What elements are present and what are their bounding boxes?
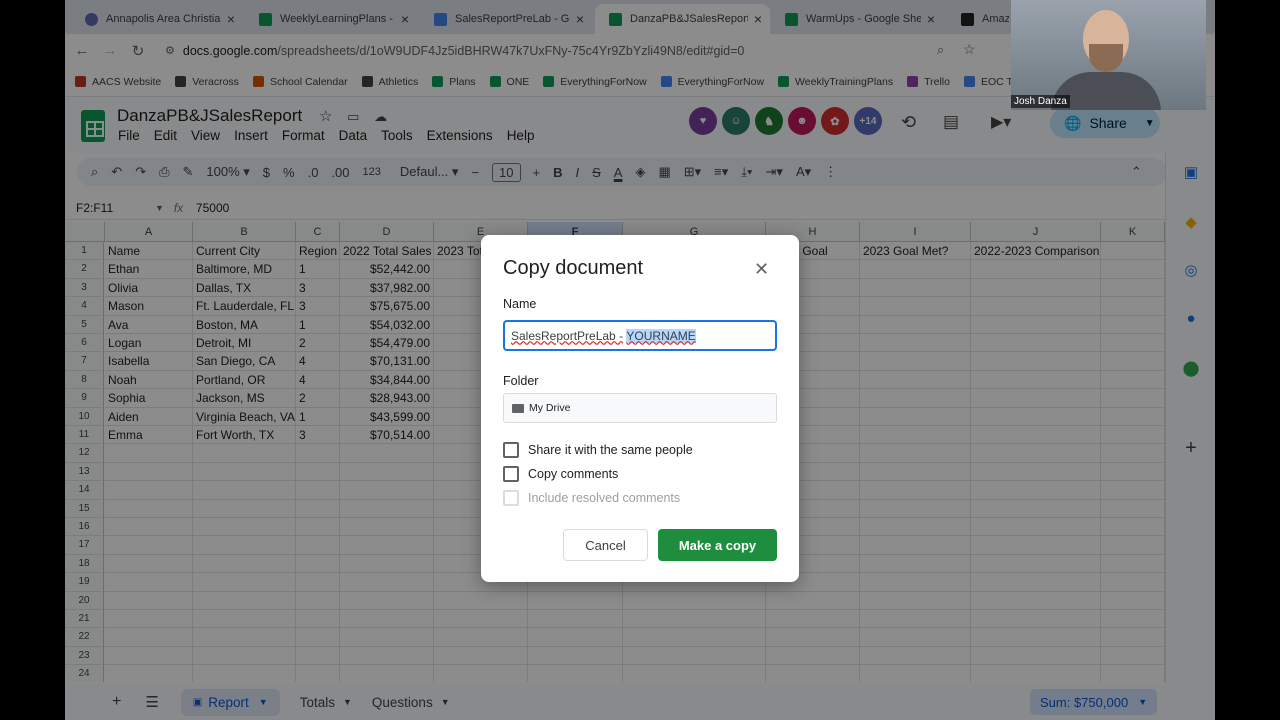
folder-icon (512, 403, 524, 413)
name-input[interactable]: SalesReportPreLab - YOURNAME (503, 320, 777, 351)
copy-comments-checkbox[interactable]: Copy comments (503, 466, 618, 482)
checkbox-label: Copy comments (528, 467, 619, 481)
name-prefix: SalesReportPreLab - (511, 328, 624, 343)
folder-label: Folder (503, 374, 539, 388)
person-beard (1089, 44, 1123, 72)
cancel-button[interactable]: Cancel (563, 529, 648, 561)
name-selected-text: YOURNAME (626, 328, 696, 343)
share-checkbox[interactable]: Share it with the same people (503, 442, 693, 458)
participant-name: Josh Danza (1011, 95, 1070, 108)
checkbox-icon[interactable] (503, 442, 519, 458)
checkbox-icon[interactable] (503, 466, 519, 482)
checkbox-icon (503, 490, 519, 506)
make-copy-button[interactable]: Make a copy (658, 529, 777, 561)
checkbox-label: Include resolved comments (528, 491, 681, 505)
folder-picker[interactable]: My Drive (503, 393, 777, 423)
close-icon[interactable]: ✕ (754, 259, 769, 280)
webcam-video: Josh Danza (1011, 0, 1206, 110)
name-label: Name (503, 297, 537, 311)
folder-value: My Drive (529, 402, 571, 414)
copy-document-dialog: Copy document ✕ Name SalesReportPreLab -… (481, 235, 799, 582)
resolved-comments-checkbox: Include resolved comments (503, 490, 680, 506)
dialog-title: Copy document (503, 257, 644, 279)
checkbox-label: Share it with the same people (528, 443, 693, 457)
